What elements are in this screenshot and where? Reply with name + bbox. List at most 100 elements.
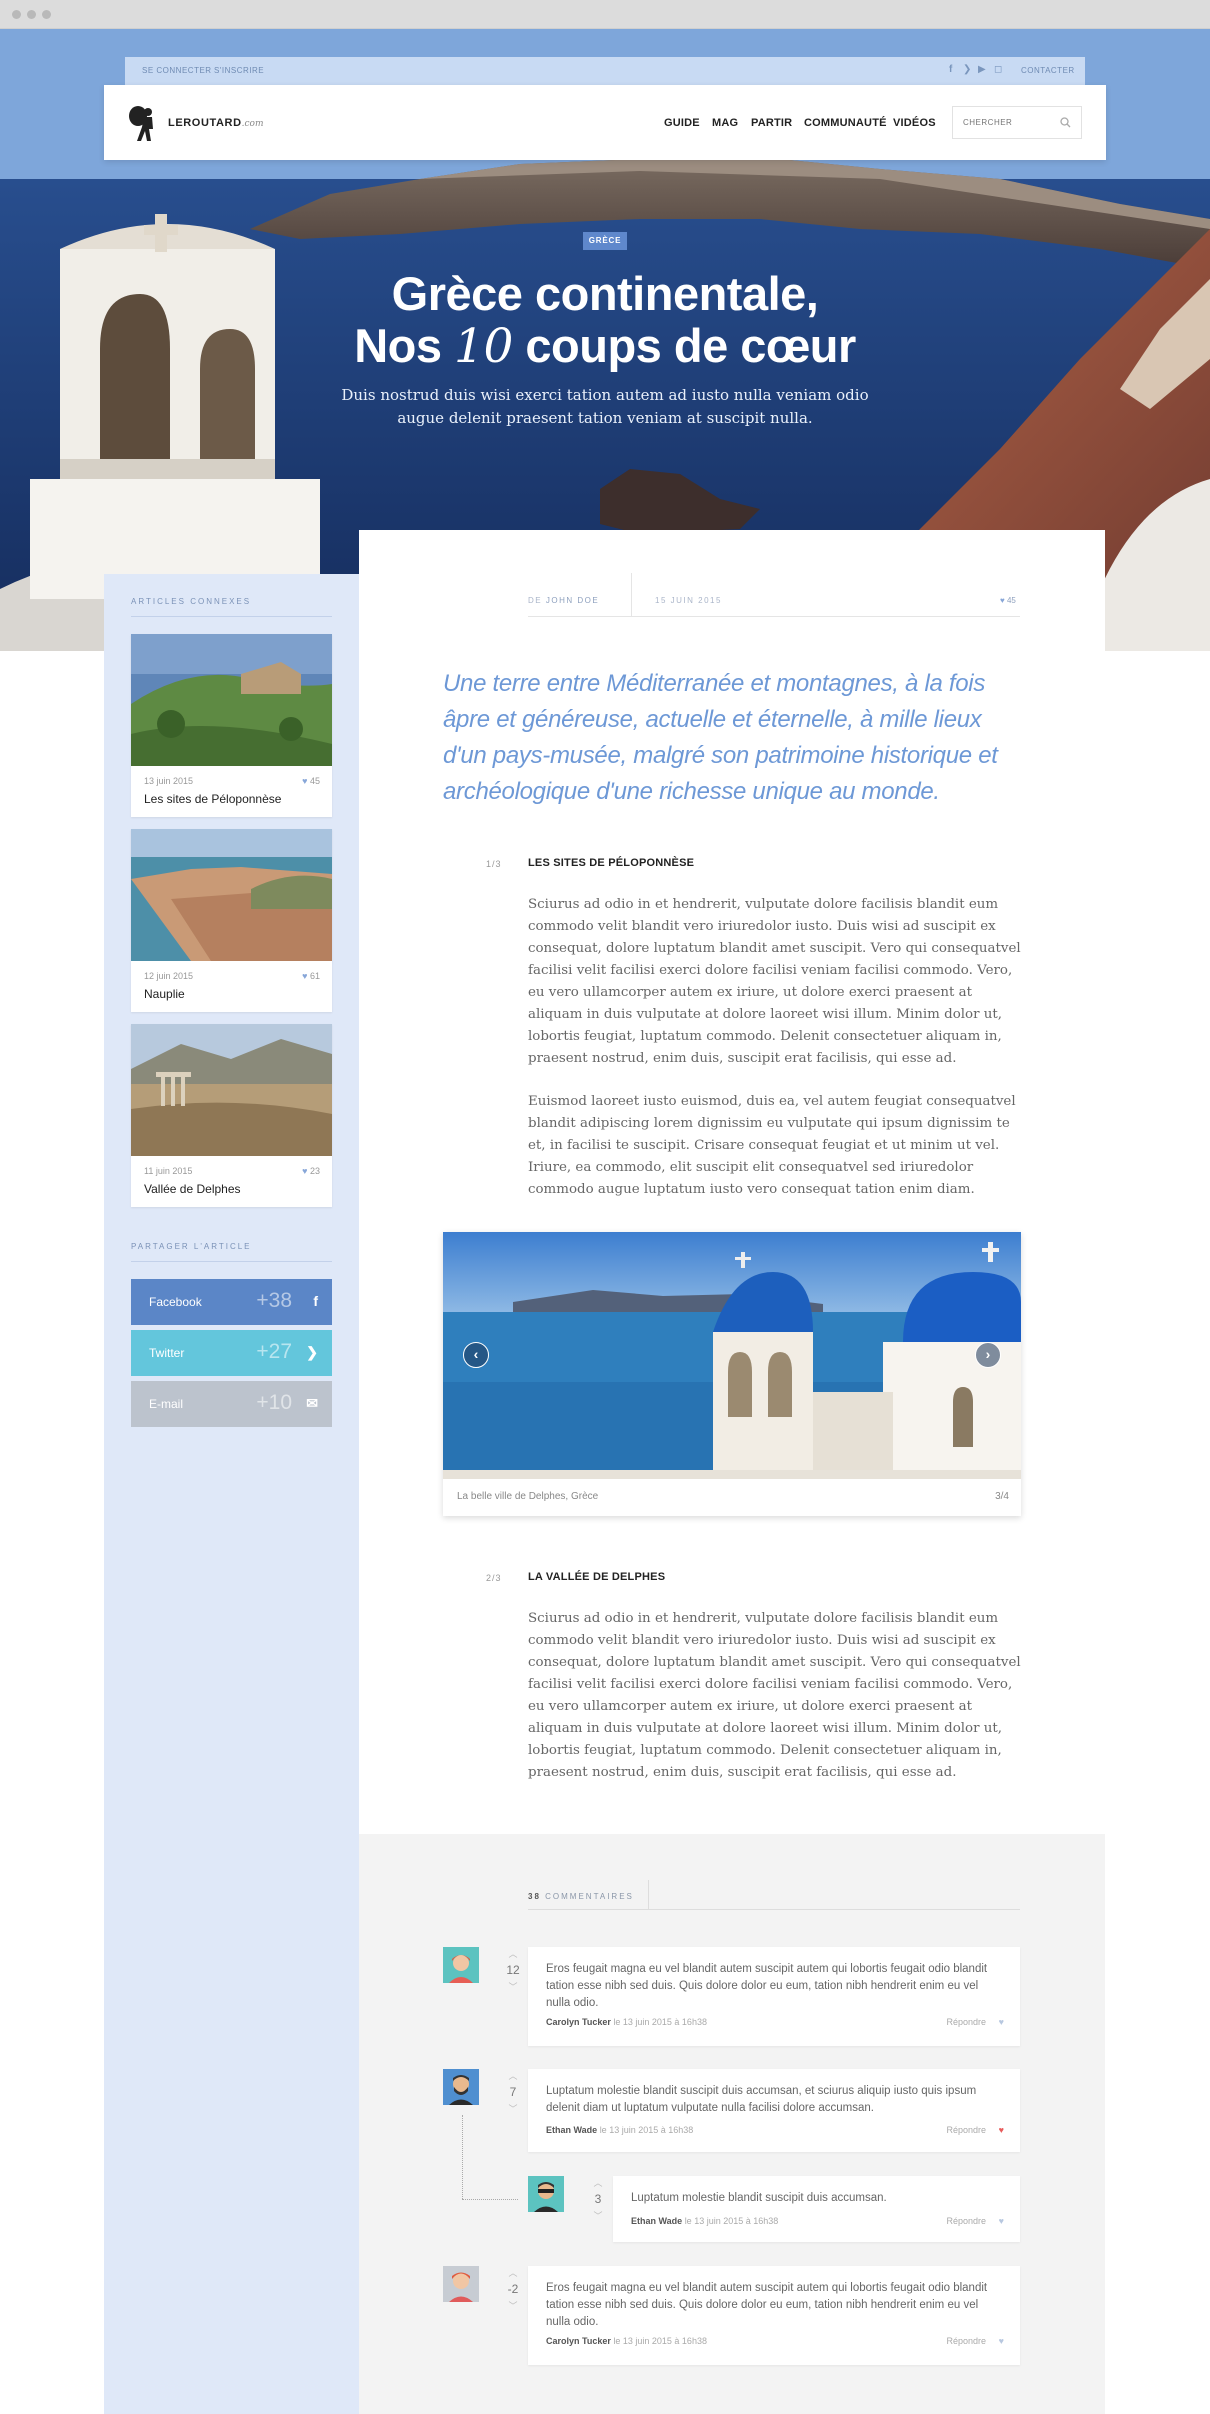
window-dot xyxy=(42,10,51,19)
nav-videos[interactable]: VIDÉOS xyxy=(893,117,936,129)
reply-button[interactable]: Répondre xyxy=(946,2336,986,2346)
nav-communaute[interactable]: COMMUNAUTÉ xyxy=(804,117,887,129)
heart-icon: ♥ xyxy=(302,971,308,981)
downvote-icon[interactable]: ﹀ xyxy=(502,1980,524,1993)
contact-link[interactable]: CONTACTER xyxy=(1021,66,1075,75)
avatar[interactable] xyxy=(528,2176,564,2212)
heart-icon[interactable]: ♥ xyxy=(999,2336,1004,2346)
comment-date: le 13 juin 2015 à 16h38 xyxy=(599,2125,694,2135)
comment-text: Eros feugait magna eu vel blandit autem … xyxy=(546,1963,988,2009)
section-title: LA VALLÉE DE DELPHES xyxy=(528,1571,666,1583)
upvote-icon[interactable]: ︿ xyxy=(502,2266,524,2279)
article-title[interactable]: Nauplie xyxy=(144,987,185,1001)
article-date: 12 juin 2015 xyxy=(144,971,194,981)
comment-meta: Ethan Wade le 13 juin 2015 à 16h38 xyxy=(631,2216,778,2226)
slider-prev-button[interactable]: ‹ xyxy=(463,1342,489,1368)
downvote-icon[interactable]: ﹀ xyxy=(502,2102,524,2115)
twitter-share-button[interactable]: Twitter +27 ❯ xyxy=(131,1330,332,1376)
comment-text: Luptatum molestie blandit suscipit duis … xyxy=(546,2085,977,2114)
email-icon: ✉ xyxy=(306,1395,318,1411)
comment-date: le 13 juin 2015 à 16h38 xyxy=(613,2017,707,2027)
top-utility-bar: SE CONNECTER S'INSCRIRE f ❯ ▶ ◻ CONTACTE… xyxy=(125,57,1085,85)
comment-author[interactable]: Carolyn Tucker xyxy=(546,2017,611,2027)
article-likes: ♥ 45 xyxy=(302,776,320,786)
article-date: 13 juin 2015 xyxy=(144,776,194,786)
heart-icon: ♥ xyxy=(1000,596,1005,605)
heart-icon[interactable]: ♥ xyxy=(999,2216,1004,2226)
article-title[interactable]: Les sites de Péloponnèse xyxy=(144,792,281,806)
comments-divider xyxy=(528,1909,1020,1910)
avatar[interactable] xyxy=(443,2266,479,2302)
section-title: LES SITES DE PÉLOPONNÈSE xyxy=(528,857,695,869)
reply-button[interactable]: Répondre xyxy=(946,2216,986,2226)
comment-date: le 13 juin 2015 à 16h38 xyxy=(613,2336,707,2346)
downvote-icon[interactable]: ﹀ xyxy=(587,2209,609,2222)
main-navbar: LEROUTARD.com GUIDE MAG PARTIR COMMUNAUT… xyxy=(104,85,1106,160)
related-article-card[interactable]: 13 juin 2015 ♥ 45 Les sites de Péloponnè… xyxy=(131,634,332,817)
downvote-icon[interactable]: ﹀ xyxy=(502,2299,524,2312)
heart-icon: ♥ xyxy=(302,776,308,786)
slider-next-button[interactable]: › xyxy=(975,1342,1001,1368)
twitter-icon[interactable]: ❯ xyxy=(963,64,971,75)
article-likes-count: 23 xyxy=(309,1166,320,1176)
share-label: Twitter xyxy=(149,1346,185,1360)
comment-author[interactable]: Carolyn Tucker xyxy=(546,2336,611,2346)
article-title[interactable]: Vallée de Delphes xyxy=(144,1182,241,1196)
related-article-card[interactable]: 11 juin 2015 ♥ 23 Vallée de Delphes xyxy=(131,1024,332,1207)
vote-widget: ︿ -2 ﹀ xyxy=(502,2266,524,2312)
comment-author[interactable]: Ethan Wade xyxy=(631,2216,682,2226)
comment-date: le 13 juin 2015 à 16h38 xyxy=(684,2216,779,2226)
reply-button[interactable]: Répondre xyxy=(946,2125,986,2135)
heart-icon[interactable]: ♥ xyxy=(999,2125,1004,2135)
slider-image xyxy=(443,1232,1021,1479)
related-article-card[interactable]: 12 juin 2015 ♥ 61 Nauplie xyxy=(131,829,332,1012)
avatar[interactable] xyxy=(443,2069,479,2105)
facebook-icon[interactable]: f xyxy=(949,64,952,75)
comment-meta: Carolyn Tucker le 13 juin 2015 à 16h38 xyxy=(546,2017,707,2027)
article-likes-count: 61 xyxy=(309,971,320,981)
section-paragraph: Sciurus ad odio in et hendrerit, vulputa… xyxy=(528,897,1021,1066)
comment-author[interactable]: Ethan Wade xyxy=(546,2125,597,2135)
nav-guide[interactable]: GUIDE xyxy=(664,117,700,129)
comments-count: 38 xyxy=(528,1892,541,1901)
instagram-icon[interactable]: ◻ xyxy=(994,64,1002,75)
comment-box: Eros feugait magna eu vel blandit autem … xyxy=(528,1947,1020,2046)
login-link[interactable]: SE CONNECTER xyxy=(142,66,212,75)
share-count: +27 xyxy=(256,1340,292,1363)
facebook-share-button[interactable]: Facebook +38 f xyxy=(131,1279,332,1325)
facebook-icon: f xyxy=(313,1293,318,1309)
article-thumbnail xyxy=(131,1024,332,1156)
heart-icon: ♥ xyxy=(302,1166,308,1176)
category-badge[interactable]: GRÈCE xyxy=(583,232,627,250)
comment-box: Luptatum molestie blandit suscipit duis … xyxy=(528,2069,1020,2152)
slider-caption: La belle ville de Delphes, Grèce xyxy=(457,1491,599,1502)
youtube-icon[interactable]: ▶ xyxy=(978,64,986,75)
avatar[interactable] xyxy=(443,1947,479,1983)
comment-box: Eros feugait magna eu vel blandit autem … xyxy=(528,2266,1020,2365)
meta-divider xyxy=(528,616,1020,617)
article-likes: ♥ 23 xyxy=(302,1166,320,1176)
nav-mag[interactable]: MAG xyxy=(712,117,738,129)
article-likes[interactable]: ♥ 45 xyxy=(1000,596,1016,605)
search-icon[interactable] xyxy=(1060,117,1071,128)
author-name[interactable]: JOHN DOE xyxy=(546,596,599,605)
hero-title-line1: Grèce continentale, xyxy=(391,267,819,320)
search-input[interactable] xyxy=(963,118,1053,127)
hero-title-number: 10 xyxy=(454,319,513,374)
backpacker-logo-icon[interactable] xyxy=(126,103,160,143)
signup-link[interactable]: S'INSCRIRE xyxy=(214,66,264,75)
nav-partir[interactable]: PARTIR xyxy=(751,117,792,129)
twitter-icon: ❯ xyxy=(306,1344,318,1360)
upvote-icon[interactable]: ︿ xyxy=(587,2176,609,2189)
vote-count: 7 xyxy=(509,2085,517,2099)
heart-icon[interactable]: ♥ xyxy=(999,2017,1004,2027)
reply-button[interactable]: Répondre xyxy=(946,2017,986,2027)
article-date: 15 JUIN 2015 xyxy=(655,596,722,605)
upvote-icon[interactable]: ︿ xyxy=(502,1947,524,1960)
article-thumbnail xyxy=(131,634,332,766)
vote-widget: ︿ 7 ﹀ xyxy=(502,2069,524,2115)
logo-wordmark[interactable]: LEROUTARD.com xyxy=(168,117,264,129)
share-label: E-mail xyxy=(149,1397,184,1411)
upvote-icon[interactable]: ︿ xyxy=(502,2069,524,2082)
email-share-button[interactable]: E-mail +10 ✉ xyxy=(131,1381,332,1427)
